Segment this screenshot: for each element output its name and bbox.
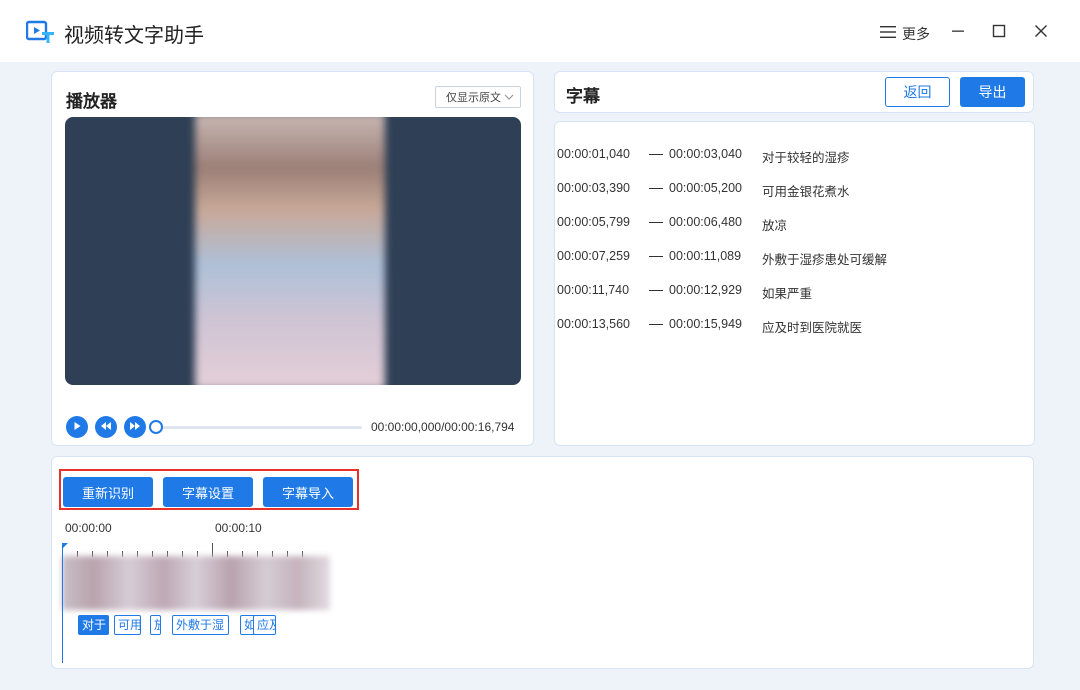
subtitle-text: 如果严重 <box>762 287 813 301</box>
app-logo-icon <box>25 20 56 44</box>
subtitle-title: 字幕 <box>566 87 600 106</box>
hamburger-icon <box>880 25 896 44</box>
subtitle-start-time: 00:00:07,259 <box>557 249 630 263</box>
subtitle-chip[interactable]: 外敷于湿 <box>172 615 229 635</box>
video-frame-image <box>195 117 385 385</box>
time-separator <box>649 154 663 155</box>
more-menu-label: 更多 <box>902 26 930 42</box>
time-readout: 00:00:00,000/00:00:16,794 <box>371 420 515 434</box>
player-panel: 播放器 仅显示原文 00:00:00,000/00:00:16,794 <box>51 71 534 446</box>
subtitle-settings-button[interactable]: 字幕设置 <box>163 477 253 507</box>
progress-track[interactable] <box>150 426 362 429</box>
maximize-icon <box>992 24 1006 43</box>
subtitle-import-button[interactable]: 字幕导入 <box>263 477 353 507</box>
fast-forward-button[interactable] <box>124 416 146 438</box>
view-mode-select[interactable]: 仅显示原文 <box>435 86 521 108</box>
more-menu-button[interactable]: 更多 <box>880 24 930 44</box>
playhead[interactable] <box>62 543 63 663</box>
subtitle-text: 对于较轻的湿疹 <box>762 151 850 165</box>
timeline-label-start: 00:00:00 <box>65 521 112 535</box>
timeline-panel: 重新识别 字幕设置 字幕导入 00:00:00 00:00:10 对于 可用 放… <box>51 456 1034 669</box>
subtitle-start-time: 00:00:01,040 <box>557 147 630 161</box>
maximize-button[interactable] <box>986 20 1012 46</box>
minimize-icon <box>951 24 965 43</box>
subtitle-chip[interactable]: 放 <box>150 615 161 635</box>
chevron-down-icon <box>504 92 514 104</box>
subtitle-end-time: 00:00:12,929 <box>669 283 742 297</box>
fast-forward-icon <box>129 418 141 436</box>
subtitle-chip[interactable]: 应及时 <box>253 615 276 635</box>
rewind-icon <box>100 418 112 436</box>
time-separator <box>649 222 663 223</box>
video-thumbnail-strip[interactable] <box>62 556 330 610</box>
time-separator <box>649 188 663 189</box>
playhead-marker-icon[interactable] <box>62 543 68 549</box>
app-title: 视频转文字助手 <box>64 25 204 47</box>
close-icon <box>1034 24 1048 43</box>
playback-controls: 00:00:00,000/00:00:16,794 <box>66 416 522 440</box>
subtitle-text: 放凉 <box>762 219 788 233</box>
subtitle-chip[interactable]: 可用 <box>114 615 141 635</box>
title-bar: 视频转文字助手 更多 <box>0 0 1080 62</box>
time-separator <box>649 324 663 325</box>
rewind-button[interactable] <box>95 416 117 438</box>
subtitle-end-time: 00:00:06,480 <box>669 215 742 229</box>
time-separator <box>649 256 663 257</box>
view-mode-value: 仅显示原文 <box>446 92 501 104</box>
back-button[interactable]: 返回 <box>885 77 950 107</box>
subtitle-start-time: 00:00:05,799 <box>557 215 630 229</box>
timeline-ruler <box>62 543 303 557</box>
subtitle-text: 可用金银花煮水 <box>762 185 850 199</box>
re-recognize-button[interactable]: 重新识别 <box>63 477 153 507</box>
subtitle-chip[interactable]: 对于 <box>78 615 109 635</box>
subtitle-header: 字幕 返回 导出 <box>554 71 1034 113</box>
play-button[interactable] <box>66 416 88 438</box>
play-icon <box>72 418 82 436</box>
subtitle-list: 00:00:01,040 00:00:03,040 对于较轻的湿疹 00:00:… <box>554 121 1035 446</box>
subtitle-text: 应及时到医院就医 <box>762 321 863 335</box>
progress-handle[interactable] <box>149 420 163 434</box>
minimize-button[interactable] <box>945 20 971 46</box>
subtitle-start-time: 00:00:03,390 <box>557 181 630 195</box>
subtitle-end-time: 00:00:11,089 <box>669 249 742 263</box>
export-button[interactable]: 导出 <box>960 77 1025 107</box>
subtitle-start-time: 00:00:13,560 <box>557 317 630 331</box>
close-button[interactable] <box>1028 20 1054 46</box>
time-separator <box>649 290 663 291</box>
subtitle-start-time: 00:00:11,740 <box>557 283 630 297</box>
subtitle-end-time: 00:00:05,200 <box>669 181 742 195</box>
subtitle-text: 外敷于湿疹患处可缓解 <box>762 253 888 267</box>
subtitle-end-time: 00:00:03,040 <box>669 147 742 161</box>
timeline-label-10s: 00:00:10 <box>215 521 262 535</box>
video-display[interactable] <box>65 117 521 385</box>
player-title: 播放器 <box>66 92 117 111</box>
subtitle-end-time: 00:00:15,949 <box>669 317 742 331</box>
